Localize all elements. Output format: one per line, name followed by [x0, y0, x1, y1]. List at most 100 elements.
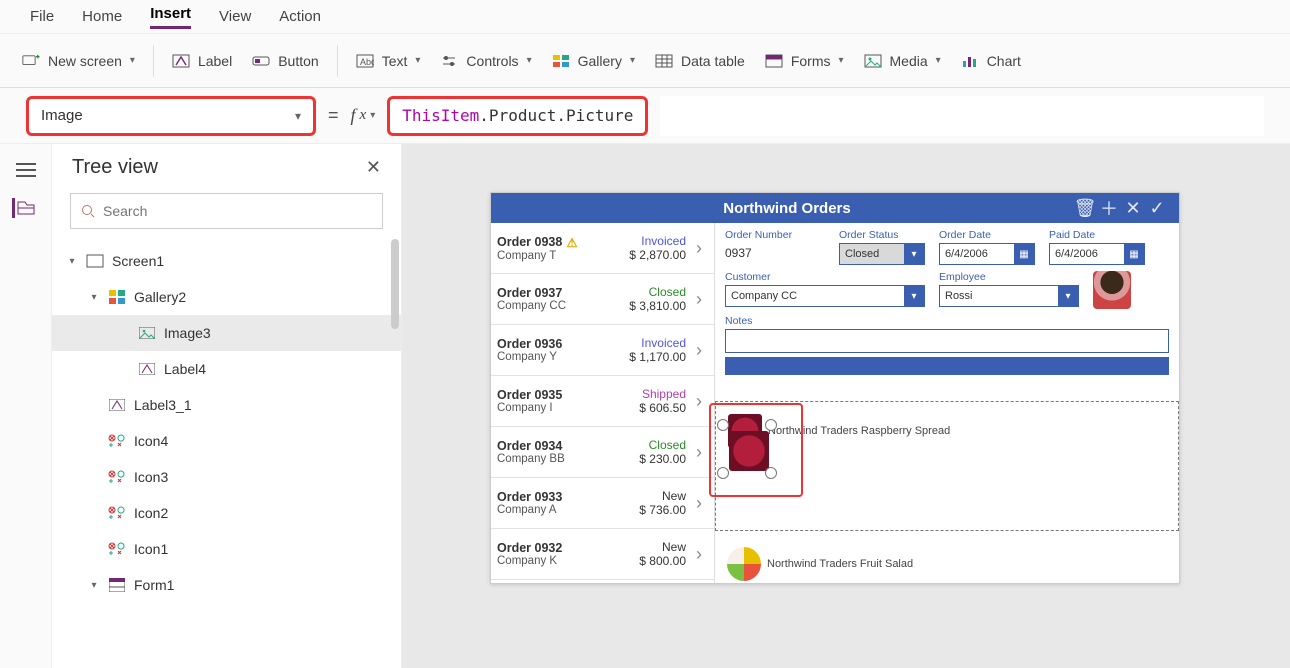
chevron-right-icon[interactable]: ›	[690, 442, 708, 463]
order-date-picker[interactable]: 6/4/2006▦	[939, 243, 1035, 265]
insert-media-button[interactable]: Media ▾	[864, 53, 941, 69]
insert-button-button[interactable]: Button	[252, 53, 318, 69]
menu-insert[interactable]: Insert	[150, 5, 191, 29]
formula-input[interactable]: ThisItem.Product.Picture	[387, 96, 648, 136]
canvas[interactable]: Northwind Orders 🗑 ＋ ✕ ✓ Order 0938⚠Comp…	[402, 144, 1290, 668]
hamburger-icon[interactable]	[14, 160, 38, 180]
chevron-right-icon[interactable]: ›	[690, 289, 708, 310]
button-icon	[252, 54, 270, 68]
menu-view[interactable]: View	[219, 8, 251, 25]
scrollbar[interactable]	[391, 239, 399, 329]
tree-label: Icon4	[134, 433, 168, 449]
forms-icon	[765, 54, 783, 68]
tree-node-gallery2[interactable]: ▾ Gallery2	[52, 279, 401, 315]
order-row[interactable]: Order 0932Company KNew$ 800.00›	[491, 529, 714, 580]
tree-node-image3[interactable]: Image3	[52, 315, 401, 351]
app-title: Northwind Orders	[501, 200, 1073, 217]
employee-dropdown[interactable]: Rossi▾	[939, 285, 1079, 307]
menu-home[interactable]: Home	[82, 8, 122, 25]
order-list[interactable]: Order 0938⚠Company TInvoiced$ 2,870.00› O…	[491, 223, 715, 583]
resize-handle[interactable]	[765, 419, 777, 431]
order-status: New	[620, 540, 686, 554]
label-icon	[138, 361, 156, 377]
tree: ▾ Screen1 ▾ Gallery2 Image3 Label4	[52, 239, 401, 668]
resize-handle[interactable]	[717, 467, 729, 479]
collapse-icon[interactable]: ▾	[88, 292, 100, 303]
tree-label: Image3	[164, 325, 211, 341]
insert-text-button[interactable]: Abc Text ▾	[356, 53, 421, 69]
tree-label: Label4	[164, 361, 206, 377]
tree-node-screen1[interactable]: ▾ Screen1	[52, 243, 401, 279]
property-dropdown[interactable]: Image ▾	[26, 96, 316, 136]
close-icon[interactable]: ✕	[366, 157, 381, 178]
tree-view-icon[interactable]	[12, 198, 36, 218]
insert-gallery-button[interactable]: Gallery ▾	[552, 53, 635, 69]
insert-datatable-button[interactable]: Data table	[655, 53, 745, 69]
chevron-down-icon: ▾	[936, 55, 941, 66]
menu-action[interactable]: Action	[279, 8, 321, 25]
label-icon	[172, 54, 190, 68]
tree-label: Form1	[134, 577, 174, 593]
order-id: Order 0937	[497, 286, 562, 300]
app-preview[interactable]: Northwind Orders 🗑 ＋ ✕ ✓ Order 0938⚠Comp…	[490, 192, 1180, 584]
screen-plus-icon	[22, 54, 40, 68]
gallery-icon	[108, 289, 126, 305]
order-amount: $ 3,810.00	[620, 299, 686, 313]
tree-search[interactable]	[70, 193, 383, 229]
order-row[interactable]: Order 0938⚠Company TInvoiced$ 2,870.00›	[491, 223, 714, 274]
tree-label: Gallery2	[134, 289, 186, 305]
chevron-right-icon[interactable]: ›	[690, 544, 708, 565]
tree-search-input[interactable]	[103, 203, 372, 219]
selected-image[interactable]	[729, 431, 769, 471]
cancel-icon[interactable]: ✕	[1121, 198, 1145, 219]
insert-forms-label: Forms	[791, 53, 831, 69]
tree-node-icon4[interactable]: Icon4	[52, 423, 401, 459]
resize-handle[interactable]	[765, 467, 777, 479]
order-id: Order 0933	[497, 490, 562, 504]
order-row[interactable]: Order 0933Company ANew$ 736.00›	[491, 478, 714, 529]
fx-button[interactable]: fx▾	[351, 105, 376, 126]
insert-media-label: Media	[890, 53, 928, 69]
chevron-right-icon[interactable]: ›	[690, 340, 708, 361]
notes-input[interactable]	[725, 329, 1169, 353]
collapse-icon[interactable]: ▾	[66, 256, 78, 267]
formula-overflow[interactable]	[660, 96, 1264, 136]
insert-controls-button[interactable]: Controls ▾	[440, 53, 531, 69]
chevron-right-icon[interactable]: ›	[690, 391, 708, 412]
controls-icon	[440, 54, 458, 68]
chevron-right-icon[interactable]: ›	[690, 493, 708, 514]
order-row[interactable]: Order 0934Company BBClosed$ 230.00›	[491, 427, 714, 478]
tree-node-icon3[interactable]: Icon3	[52, 459, 401, 495]
tree-node-label3-1[interactable]: Label3_1	[52, 387, 401, 423]
customer-dropdown[interactable]: Company CC▾	[725, 285, 925, 307]
resize-handle[interactable]	[717, 419, 729, 431]
order-row[interactable]: Order 0937Company CCClosed$ 3,810.00›	[491, 274, 714, 325]
tree-node-icon1[interactable]: Icon1	[52, 531, 401, 567]
order-row[interactable]: Order 0935Company IShipped$ 606.50›	[491, 376, 714, 427]
equals-sign: =	[328, 105, 339, 126]
order-date-label: Order Date	[939, 229, 1035, 241]
tree-node-form1[interactable]: ▾ Form1	[52, 567, 401, 603]
icon-group-icon	[108, 541, 126, 557]
check-icon[interactable]: ✓	[1145, 198, 1169, 219]
paid-date-picker[interactable]: 6/4/2006▦	[1049, 243, 1145, 265]
chevron-down-icon: ▾	[904, 286, 924, 306]
collapse-icon[interactable]: ▾	[88, 580, 100, 591]
insert-chart-button[interactable]: Chart	[961, 53, 1021, 69]
tree-node-label4[interactable]: Label4	[52, 351, 401, 387]
order-amount: $ 800.00	[620, 554, 686, 568]
chevron-down-icon: ▾	[838, 55, 843, 66]
employee-label: Employee	[939, 271, 1079, 283]
insert-label-button[interactable]: Label	[172, 53, 232, 69]
ribbon: New screen ▾ Label Button Abc Text ▾ Con…	[0, 34, 1290, 88]
trash-icon[interactable]: 🗑	[1073, 198, 1097, 219]
plus-icon[interactable]: ＋	[1097, 195, 1121, 221]
new-screen-button[interactable]: New screen ▾	[22, 53, 135, 69]
order-status-dropdown[interactable]: Closed▾	[839, 243, 925, 265]
tree-label: Label3_1	[134, 397, 192, 413]
menu-file[interactable]: File	[30, 8, 54, 25]
chevron-right-icon[interactable]: ›	[690, 238, 708, 259]
tree-node-icon2[interactable]: Icon2	[52, 495, 401, 531]
order-row[interactable]: Order 0936Company YInvoiced$ 1,170.00›	[491, 325, 714, 376]
insert-forms-button[interactable]: Forms ▾	[765, 53, 844, 69]
